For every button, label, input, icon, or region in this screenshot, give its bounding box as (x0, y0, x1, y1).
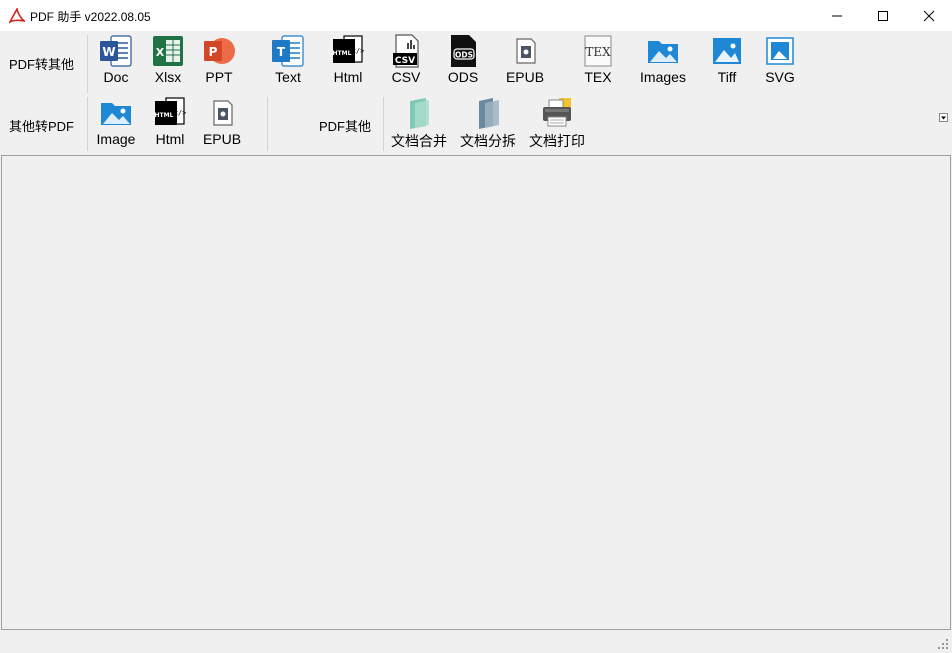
tool-epub-to-pdf[interactable]: EPUB (191, 93, 253, 155)
excel-icon: X (153, 36, 183, 66)
row-label-pdf-to-other: PDF转其他 (9, 57, 75, 72)
tool-label: EPUB (505, 69, 545, 85)
tool-svg[interactable]: SVG (749, 31, 811, 93)
csv-icon: CSV (393, 34, 419, 68)
powerpoint-icon: P (204, 38, 235, 64)
pdf-logo-icon (7, 6, 27, 25)
svg-text:HTML: HTML (333, 50, 352, 57)
toolbar-overflow-icon[interactable] (939, 113, 948, 122)
merge-icon (410, 98, 429, 129)
svg-text:CSV: CSV (395, 56, 415, 66)
image-icon (101, 103, 131, 125)
maximize-icon (878, 11, 888, 21)
epub-icon (213, 100, 233, 126)
epub-icon (516, 38, 536, 64)
images-icon (648, 41, 678, 63)
tool-images[interactable]: Images (632, 31, 694, 93)
tool-label: SVG (765, 69, 795, 85)
tool-epub[interactable]: EPUB (494, 31, 556, 93)
html-icon: HTML </> (333, 35, 365, 63)
printer-icon (543, 98, 571, 127)
maximize-button[interactable] (860, 0, 906, 31)
tool-label: 文档打印 (529, 133, 585, 149)
text-doc-icon: T (272, 35, 304, 67)
svg-text:T: T (277, 45, 286, 59)
split-icon (479, 98, 499, 129)
title-bar[interactable]: PDF 助手 v2022.08.05 (0, 0, 952, 31)
tool-label: PPT (205, 69, 233, 85)
svg-text:W: W (102, 45, 115, 59)
tool-label: 文档合并 (391, 133, 447, 149)
word-icon: W (100, 35, 132, 67)
tool-label: 文档分拆 (460, 133, 516, 149)
window-title: PDF 助手 v2022.08.05 (30, 10, 151, 24)
tool-ods[interactable]: ODS ODS (432, 31, 494, 93)
close-icon (923, 10, 935, 22)
separator (267, 97, 268, 151)
row-label-pdf-other: PDF其他 (319, 119, 372, 134)
tool-merge[interactable]: 文档合并 (388, 93, 450, 155)
ods-icon: ODS (451, 35, 476, 67)
svg-text:TEX: TEX (585, 45, 611, 59)
main-content-area[interactable] (1, 155, 951, 630)
tool-label: EPUB (202, 131, 242, 147)
resize-grip-icon[interactable] (937, 638, 949, 650)
svg-text:</>: </> (174, 109, 187, 117)
svg-text:P: P (209, 45, 218, 59)
tool-tex[interactable]: TEX TEX (567, 31, 629, 93)
tool-split[interactable]: 文档分拆 (457, 93, 519, 155)
svg-icon (766, 37, 794, 65)
ribbon-toolbar: PDF转其他 W Doc X Xlsx P PPT T Text HTML </… (0, 31, 952, 155)
svg-text:X: X (156, 46, 165, 59)
close-button[interactable] (906, 0, 952, 31)
tool-print[interactable]: 文档打印 (526, 93, 588, 155)
row-label-other-to-pdf: 其他转PDF (9, 119, 75, 134)
tex-icon: TEX (584, 35, 612, 67)
status-bar (0, 630, 952, 653)
svg-text:HTML: HTML (155, 112, 174, 119)
minimize-icon (832, 15, 842, 17)
html-icon: HTML </> (155, 97, 187, 125)
tool-ppt[interactable]: P PPT (188, 31, 250, 93)
minimize-button[interactable] (814, 0, 860, 31)
svg-text:</>: </> (352, 47, 365, 55)
svg-text:ODS: ODS (455, 51, 473, 60)
tiff-icon (713, 38, 741, 64)
